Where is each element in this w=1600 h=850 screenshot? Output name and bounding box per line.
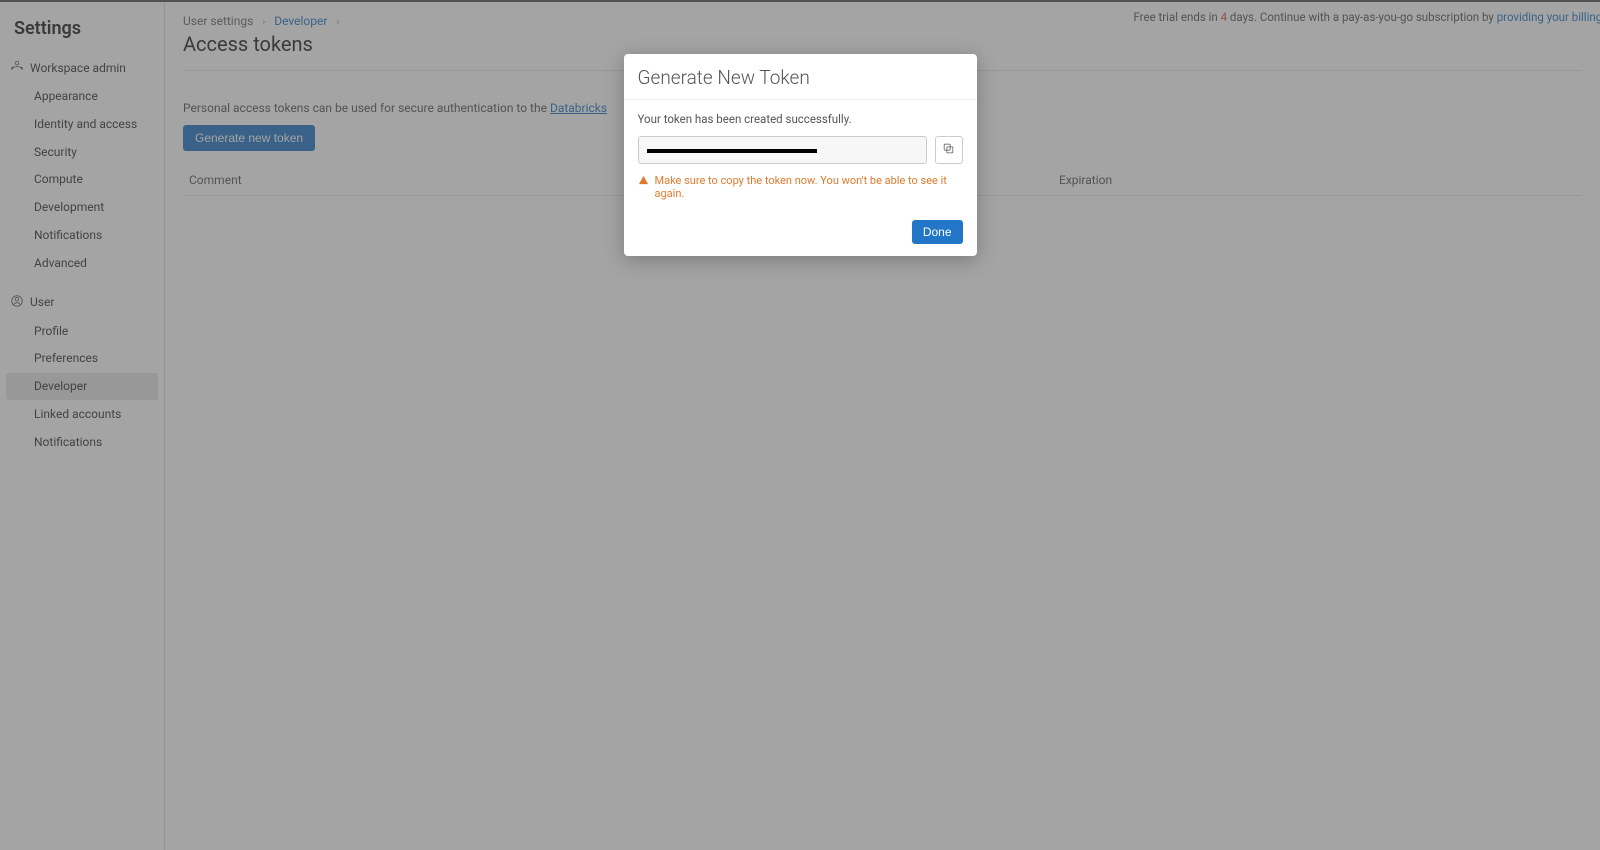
copy-icon — [942, 142, 955, 158]
warning-icon — [638, 174, 649, 189]
token-warning: Make sure to copy the token now. You won… — [638, 174, 963, 200]
done-button[interactable]: Done — [912, 220, 963, 244]
modal-overlay[interactable]: Generate New Token Your token has been c… — [0, 0, 1600, 850]
generate-token-modal: Generate New Token Your token has been c… — [624, 54, 977, 256]
token-value-field[interactable] — [638, 136, 927, 164]
modal-title: Generate New Token — [638, 66, 963, 89]
modal-success-message: Your token has been created successfully… — [638, 112, 963, 126]
copy-token-button[interactable] — [935, 136, 963, 164]
warning-text: Make sure to copy the token now. You won… — [655, 174, 963, 200]
